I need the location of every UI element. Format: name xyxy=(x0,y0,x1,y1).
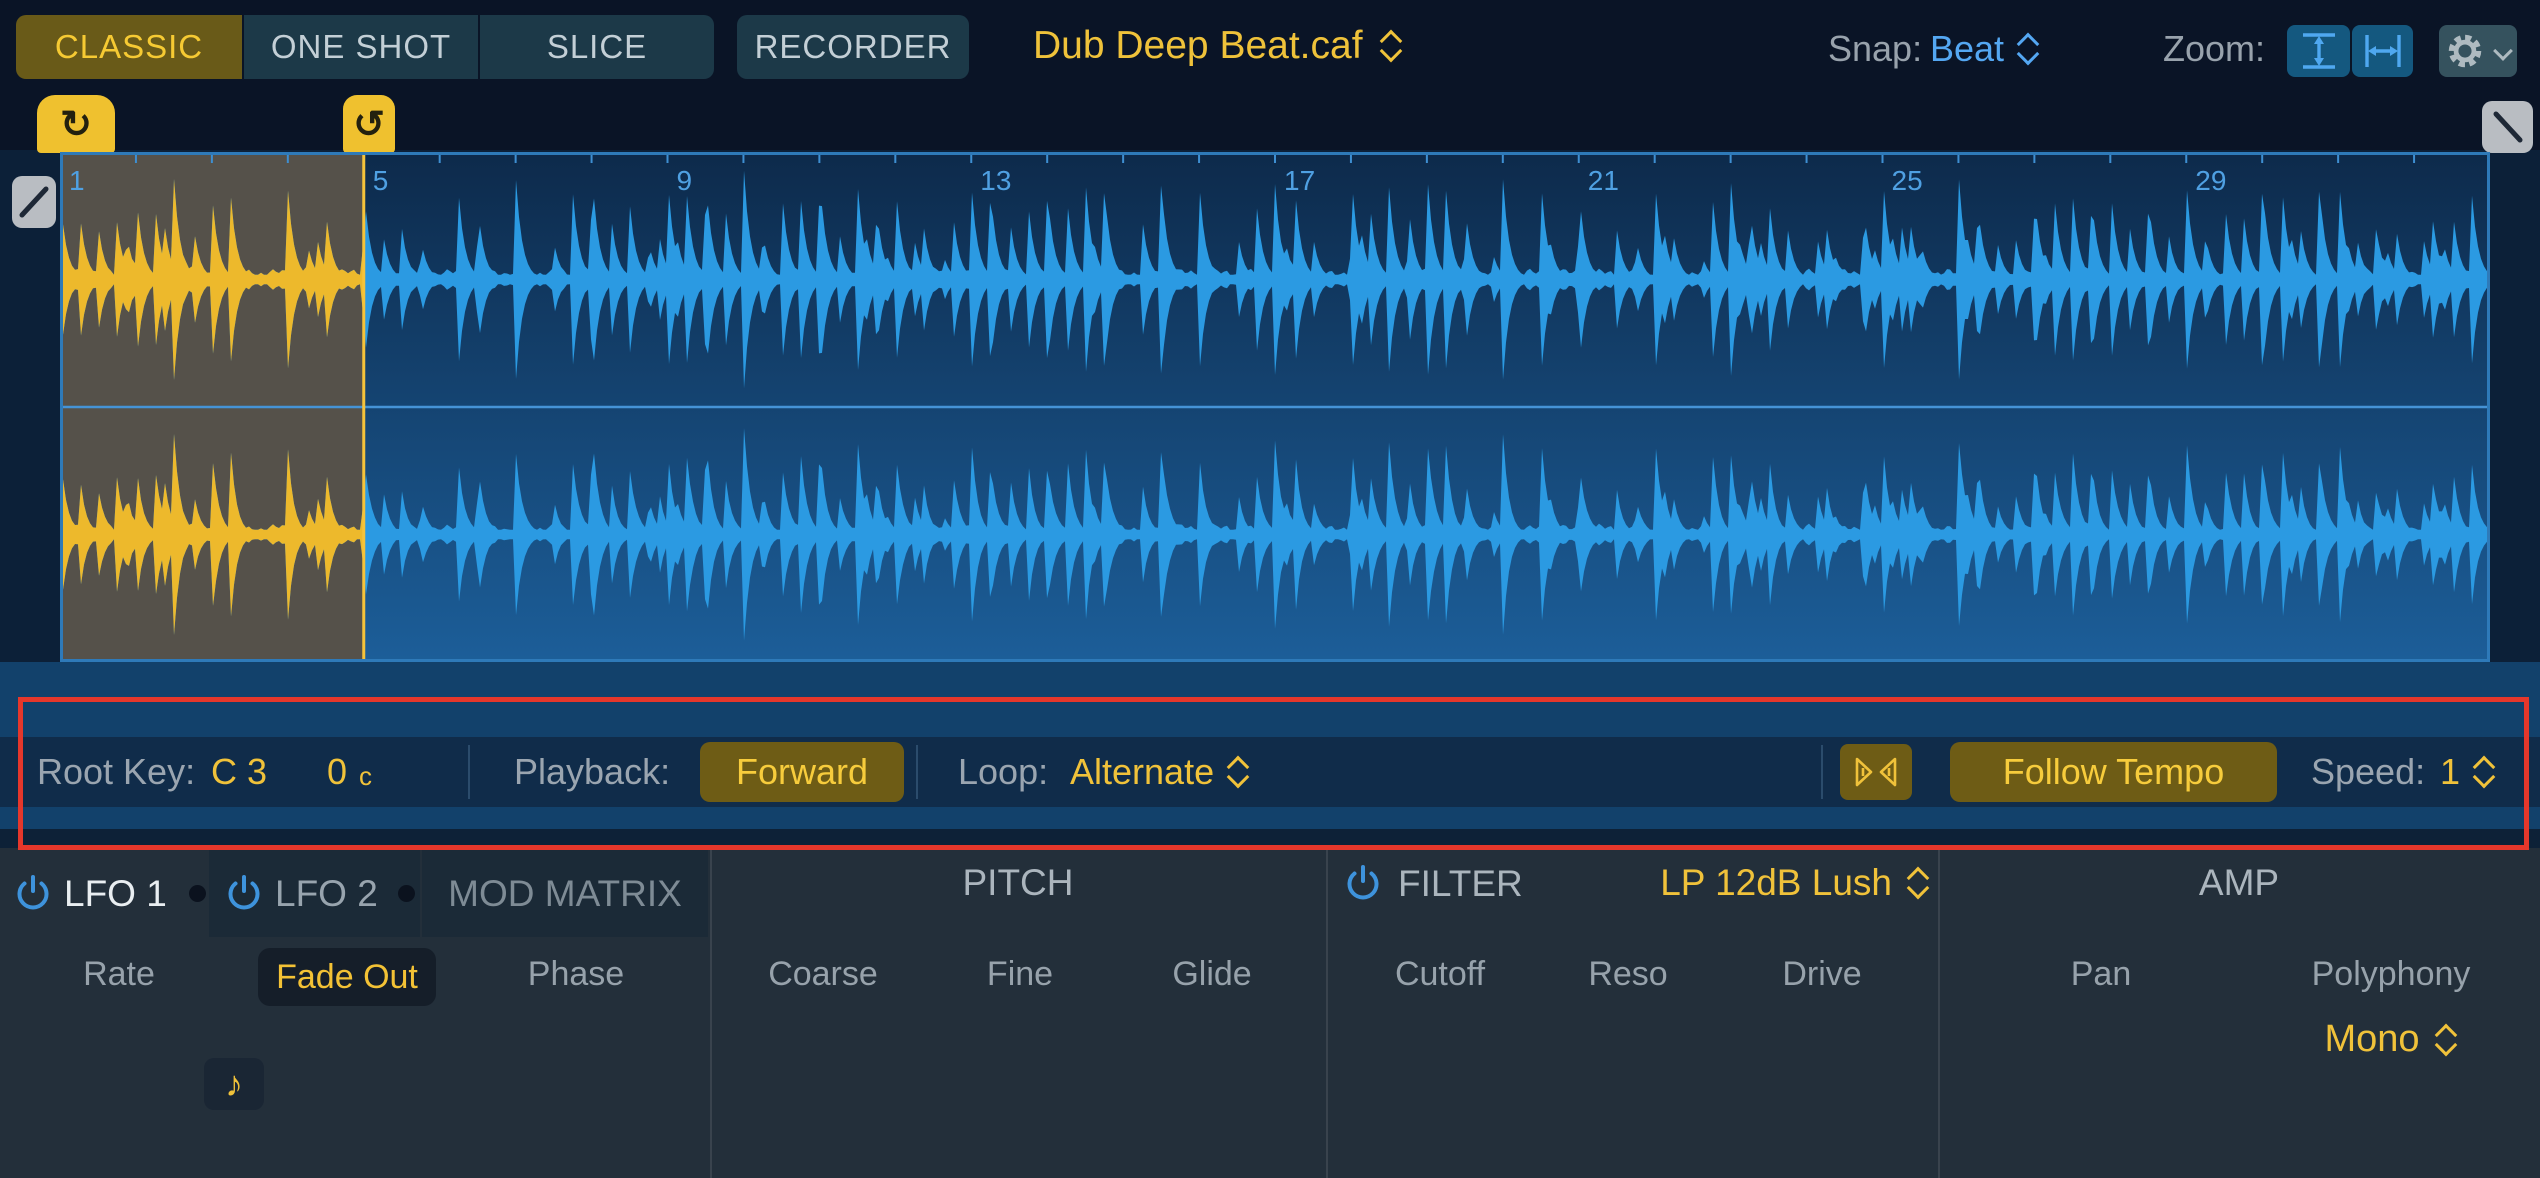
svg-text:25: 25 xyxy=(1892,165,1923,196)
loop-updown-chevron-icon xyxy=(1226,752,1250,792)
loop-start-icon: ↻ xyxy=(60,102,92,147)
horizontal-zoom-button[interactable] xyxy=(2352,25,2413,77)
tune-number: 0 xyxy=(327,751,347,793)
settings-button[interactable] xyxy=(2439,25,2517,77)
knob-label-rate: Rate xyxy=(0,955,249,994)
playback-label: Playback: xyxy=(514,751,670,793)
fade-in-handle[interactable] xyxy=(12,176,56,228)
divider xyxy=(468,745,470,799)
snap-value-selector[interactable]: Beat xyxy=(1930,28,2040,70)
divider xyxy=(1821,745,1823,799)
tab-recorder-label: RECORDER xyxy=(755,28,952,66)
sample-file-name: Dub Deep Beat.caf xyxy=(1033,24,1363,68)
overview-strip[interactable] xyxy=(0,829,2540,848)
loop-label: Loop: xyxy=(958,751,1048,793)
vertical-zoom-button[interactable] xyxy=(2287,25,2350,77)
fade-out-handle[interactable] xyxy=(2482,101,2533,153)
flex-button[interactable] xyxy=(1840,744,1912,800)
gear-icon xyxy=(2444,30,2486,72)
snap-label: Snap: xyxy=(1828,28,1922,70)
polyphony-selector[interactable]: Mono xyxy=(2271,1018,2511,1061)
synth-panel: LFO 1 LFO 2 MOD MATRIX PITCH FILTER LP 1… xyxy=(0,848,2540,1178)
svg-text:1: 1 xyxy=(69,165,85,196)
svg-text:29: 29 xyxy=(2195,165,2226,196)
tab-one-shot-label: ONE SHOT xyxy=(271,28,451,66)
vertical-zoom-icon xyxy=(2297,29,2341,73)
follow-tempo-button[interactable]: Follow Tempo xyxy=(1950,742,2277,802)
loop-mode-value: Alternate xyxy=(1070,751,1214,793)
eighth-note-icon: ♪ xyxy=(225,1063,243,1105)
tune-value[interactable]: 0 c xyxy=(327,751,372,793)
root-key-label: Root Key: xyxy=(37,751,195,793)
knob-layer: RateFade OutPhaseCoarseFineGlideCutoffRe… xyxy=(0,848,2540,1178)
lfo-rate-sync-button[interactable]: ♪ xyxy=(204,1058,264,1110)
svg-text:5: 5 xyxy=(373,165,389,196)
snap-updown-chevron-icon xyxy=(2016,29,2040,69)
playback-value: Forward xyxy=(736,751,868,793)
knob-label-drive: Drive xyxy=(1692,955,1952,994)
knob-label-pan: Pan xyxy=(1971,955,2231,994)
tab-slice-label: SLICE xyxy=(547,28,647,66)
knob-label-fade-out: Fade Out xyxy=(258,948,436,1006)
horizontal-zoom-icon xyxy=(2361,29,2405,73)
tab-recorder[interactable]: RECORDER xyxy=(737,15,969,79)
divider xyxy=(916,745,918,799)
polyphony-label: Polyphony xyxy=(2271,955,2511,994)
speed-updown-chevron-icon xyxy=(2472,752,2496,792)
tab-slice[interactable]: SLICE xyxy=(480,15,714,79)
follow-tempo-label: Follow Tempo xyxy=(2003,751,2224,793)
svg-text:21: 21 xyxy=(1588,165,1619,196)
tab-classic-label: CLASSIC xyxy=(55,28,203,66)
loop-end-icon: ↺ xyxy=(353,102,385,147)
fade-in-icon xyxy=(17,183,51,221)
svg-text:17: 17 xyxy=(1284,165,1315,196)
tune-unit: c xyxy=(359,761,372,792)
knob-label-glide: Glide xyxy=(1082,955,1342,994)
sample-file-selector[interactable]: Dub Deep Beat.caf xyxy=(1033,24,1403,68)
fade-out-icon xyxy=(2491,108,2525,146)
polyphony-value: Mono xyxy=(2324,1018,2419,1061)
speed-value: 1 xyxy=(2440,751,2460,793)
playback-parameter-row: Root Key: C 3 0 c Playback: Forward Loop… xyxy=(0,737,2540,807)
zoom-label: Zoom: xyxy=(2163,28,2265,70)
loop-start-marker[interactable]: ↻ xyxy=(37,95,115,153)
settings-chevron-icon xyxy=(2494,42,2512,60)
speed-selector[interactable]: 1 xyxy=(2440,751,2496,793)
svg-text:9: 9 xyxy=(677,165,693,196)
tab-one-shot[interactable]: ONE SHOT xyxy=(244,15,478,79)
svg-text:13: 13 xyxy=(980,165,1011,196)
flex-icon xyxy=(1853,754,1899,790)
root-key-value[interactable]: C 3 xyxy=(211,751,267,793)
waveform-display[interactable]: 1 5 9 13 17 21 25 29 xyxy=(60,152,2490,662)
snap-value: Beat xyxy=(1930,28,2004,70)
loop-end-marker[interactable]: ↺ xyxy=(343,95,395,153)
speed-label: Speed: xyxy=(2311,751,2425,793)
polyphony-updown-chevron-icon xyxy=(2434,1020,2458,1060)
file-updown-chevron-icon xyxy=(1379,26,1403,66)
loop-mode-selector[interactable]: Alternate xyxy=(1070,751,1250,793)
playback-mode-button[interactable]: Forward xyxy=(700,742,904,802)
knob-label-phase: Phase xyxy=(446,955,706,994)
tab-classic[interactable]: CLASSIC xyxy=(16,15,242,79)
